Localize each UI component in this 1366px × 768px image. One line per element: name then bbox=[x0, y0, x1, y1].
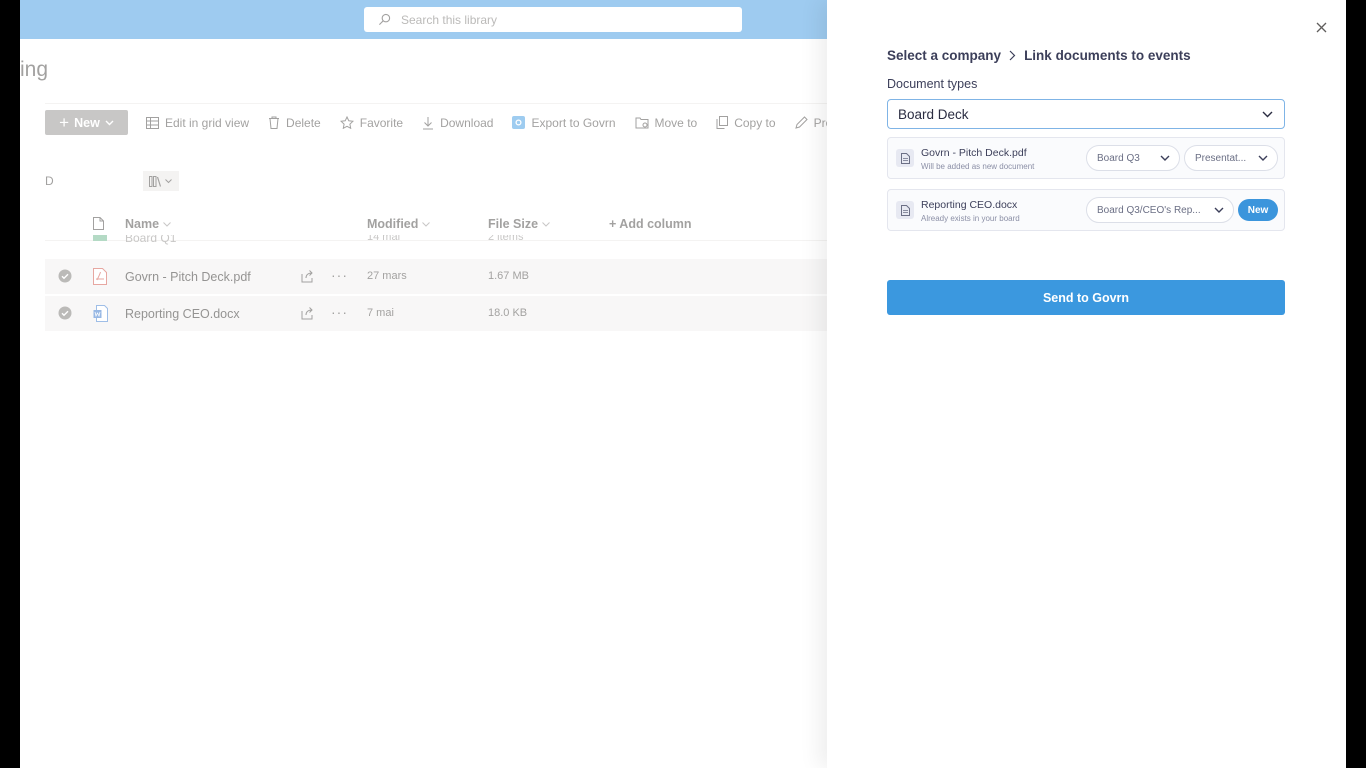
chevron-right-icon bbox=[1009, 50, 1016, 61]
category-select-value: Presentat... bbox=[1195, 152, 1247, 164]
govrn-side-panel: Select a company Link documents to event… bbox=[827, 0, 1346, 768]
close-button[interactable] bbox=[1312, 18, 1330, 36]
document-row: Govrn - Pitch Deck.pdf Will be added as … bbox=[887, 137, 1285, 179]
new-badge[interactable]: New bbox=[1238, 199, 1278, 221]
chevron-down-icon bbox=[1160, 155, 1170, 161]
chevron-down-icon bbox=[1262, 111, 1273, 117]
breadcrumb-select-company[interactable]: Select a company bbox=[887, 48, 1001, 63]
chevron-down-icon bbox=[1214, 207, 1224, 213]
breadcrumb: Select a company Link documents to event… bbox=[887, 48, 1191, 63]
event-select[interactable]: Board Q3 bbox=[1086, 145, 1180, 171]
document-status: Already exists in your board bbox=[921, 214, 1020, 223]
send-to-govrn-button[interactable]: Send to Govrn bbox=[887, 280, 1285, 315]
document-row: Reporting CEO.docx Already exists in you… bbox=[887, 189, 1285, 231]
close-icon bbox=[1316, 22, 1326, 32]
event-select[interactable]: Board Q3/CEO's Rep... bbox=[1086, 197, 1234, 223]
event-select-value: Board Q3 bbox=[1097, 152, 1140, 164]
category-select[interactable]: Presentat... bbox=[1184, 145, 1278, 171]
document-type-value: Board Deck bbox=[898, 106, 969, 122]
document-icon bbox=[896, 201, 914, 219]
document-name: Govrn - Pitch Deck.pdf bbox=[921, 147, 1027, 159]
document-name: Reporting CEO.docx bbox=[921, 199, 1018, 211]
document-type-select[interactable]: Board Deck bbox=[887, 99, 1285, 129]
document-icon bbox=[896, 149, 914, 167]
event-select-value: Board Q3/CEO's Rep... bbox=[1097, 204, 1201, 216]
chevron-down-icon bbox=[1258, 155, 1268, 161]
document-status: Will be added as new document bbox=[921, 162, 1035, 171]
breadcrumb-link-documents: Link documents to events bbox=[1024, 48, 1191, 63]
document-types-label: Document types bbox=[887, 77, 978, 91]
